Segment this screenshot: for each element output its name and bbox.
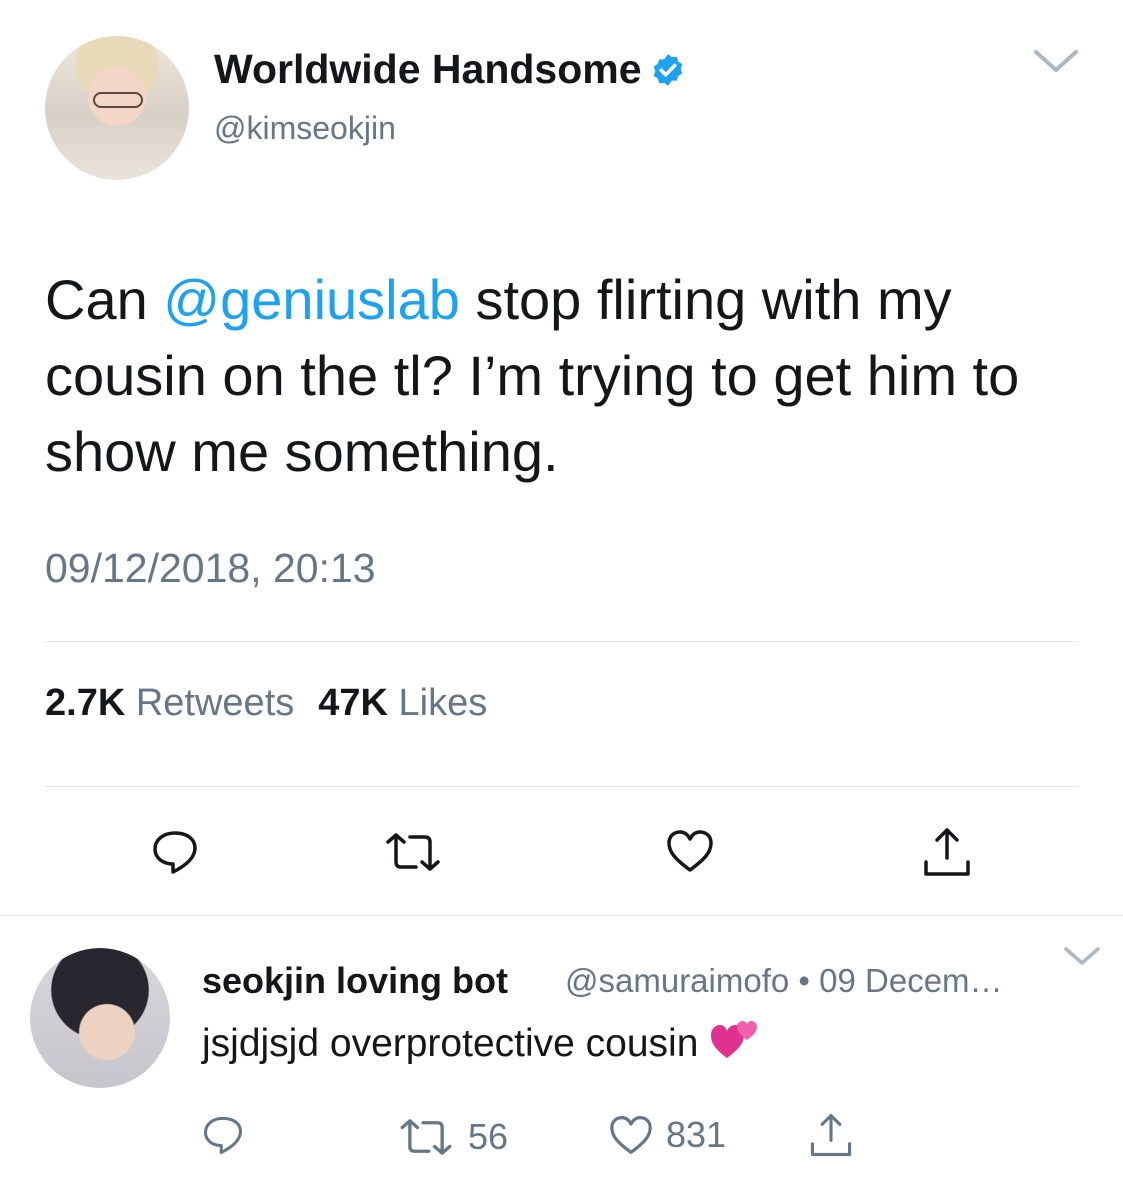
author-header: Worldwide Handsome: [214, 46, 686, 93]
reply-text: jsjdjsjd overprotective cousin 💞: [202, 1018, 759, 1072]
like-count: 47K: [318, 682, 388, 724]
retweet-count: 2.7K: [45, 682, 126, 724]
reply-meta: @samuraimofo • 09 Decem…: [565, 962, 1003, 1000]
retweets-stat[interactable]: 2.7K Retweets: [45, 682, 318, 724]
reply-author-display-name[interactable]: seokjin loving bot: [202, 960, 508, 1002]
retweet-icon: [384, 832, 442, 872]
like-label: Likes: [398, 682, 488, 724]
tweet-text: Can @geniuslab stop flirting with my cou…: [45, 262, 1095, 490]
reply-like-button[interactable]: 831: [608, 1114, 726, 1156]
reply-author-avatar[interactable]: [30, 948, 170, 1088]
verified-badge-icon: [650, 52, 686, 88]
chevron-down-icon[interactable]: [1032, 46, 1080, 81]
tweet-text-start: Can: [45, 268, 164, 331]
like-icon: [665, 828, 715, 874]
divider: [45, 641, 1078, 642]
meta-separator: •: [798, 962, 810, 999]
like-icon: [608, 1114, 654, 1156]
share-icon: [808, 1112, 854, 1158]
reply-button[interactable]: [150, 828, 200, 876]
reply-date[interactable]: 09 Decem…: [819, 962, 1002, 999]
reply-share-button[interactable]: [808, 1112, 854, 1158]
retweet-label: Retweets: [135, 682, 295, 724]
two-hearts-emoji-icon: [709, 1018, 759, 1072]
reply-author-handle[interactable]: @samuraimofo: [565, 962, 789, 999]
retweet-icon: [398, 1118, 454, 1156]
reply-retweet-button[interactable]: 56: [398, 1116, 508, 1158]
tweet-timestamp[interactable]: 09/12/2018, 20:13: [45, 545, 376, 592]
share-button[interactable]: [921, 826, 973, 878]
likes-stat[interactable]: 47K Likes: [318, 682, 511, 724]
reply-reply-button[interactable]: [201, 1114, 245, 1156]
retweet-button[interactable]: [384, 832, 442, 872]
chevron-down-icon[interactable]: [1062, 944, 1102, 973]
reply-icon: [150, 828, 200, 876]
like-button[interactable]: [665, 828, 715, 874]
share-icon: [921, 826, 973, 878]
mention-link[interactable]: @geniuslab: [163, 268, 460, 331]
reply-icon: [201, 1114, 245, 1156]
author-handle[interactable]: @kimseokjin: [214, 110, 396, 147]
author-avatar[interactable]: [45, 36, 189, 180]
divider: [45, 786, 1078, 787]
divider: [0, 915, 1123, 916]
reply-text-body: jsjdjsjd overprotective cousin: [202, 1022, 699, 1065]
author-display-name[interactable]: Worldwide Handsome: [214, 46, 642, 92]
reply-retweet-count: 56: [468, 1116, 509, 1157]
engagement-stats: 2.7K Retweets 47K Likes: [45, 682, 511, 725]
reply-like-count: 831: [666, 1114, 727, 1155]
